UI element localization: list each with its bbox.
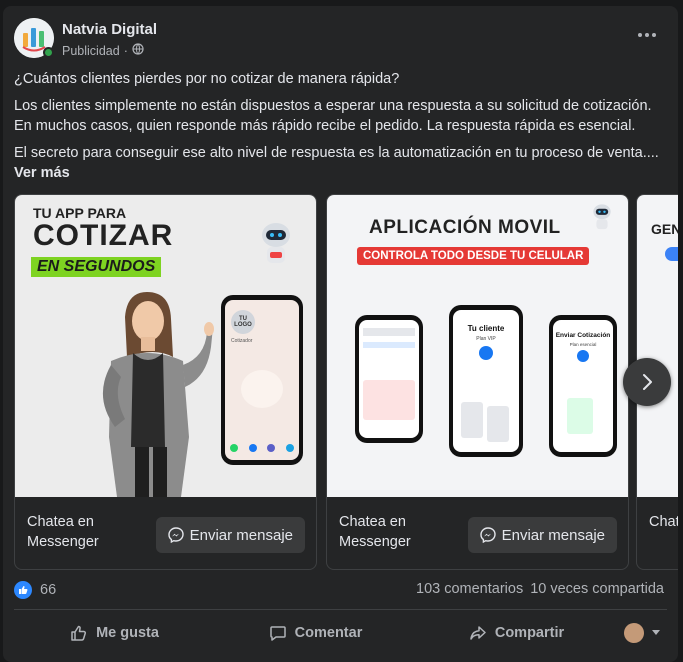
ad-carousel: TU APP PARA COTIZAR EN SEGUNDOS TU LOGO … <box>14 194 678 570</box>
card-2-phone-3: Enviar Cotización Plan esencial <box>549 315 617 457</box>
card-3-cta-label[interactable]: Chat Mess <box>649 512 678 532</box>
robot-mascot-icon <box>262 223 290 263</box>
card-2-headline-2: CONTROLA TODO DESDE TU CELULAR <box>357 247 590 265</box>
see-more-link[interactable]: Ver más <box>14 165 70 181</box>
reactions-summary[interactable]: 66 <box>14 581 56 599</box>
card-2-phone-2-title: Tu cliente <box>467 324 505 333</box>
globe-icon[interactable] <box>132 43 144 58</box>
share-button[interactable]: Compartir <box>416 614 617 652</box>
card-2-image[interactable]: APLICACIÓN MOVIL CONTROLA TODO DESDE TU … <box>327 195 628 497</box>
post-paragraph-1: ¿Cuántos clientes pierdes por no cotizar… <box>14 71 400 87</box>
card-2-send-message-button[interactable]: Enviar mensaje <box>467 517 617 553</box>
card-1-phone: TU LOGO Cotizador <box>221 295 303 465</box>
post-paragraph-3-text: El secreto para conseguir ese alto nivel… <box>14 145 659 161</box>
page-name[interactable]: Natvia Digital <box>62 21 157 38</box>
post-paragraph-2: Los clientes simplemente no están dispue… <box>14 98 652 134</box>
card-2-phone-2-subtitle: Plan VIP <box>476 336 496 342</box>
online-status-dot <box>43 47 54 58</box>
chevron-right-icon <box>643 374 652 390</box>
post-header: Natvia Digital Publicidad · <box>14 18 668 62</box>
businesswoman-image <box>102 292 214 497</box>
card-2-phone-3-title: Enviar Cotización <box>555 332 611 339</box>
robot-mascot-small-icon <box>593 204 611 230</box>
post-meta: Publicidad · <box>62 43 144 58</box>
user-avatar <box>624 623 644 643</box>
card-2-phone-3-subtitle: Plan esencial <box>569 342 597 347</box>
engagement-counts: 103 comentarios 10 veces compartida <box>416 581 664 597</box>
card-3-headline-1: GEN <box>651 221 678 237</box>
share-button-label: Compartir <box>494 625 565 641</box>
carousel-card-1[interactable]: TU APP PARA COTIZAR EN SEGUNDOS TU LOGO … <box>14 194 317 570</box>
sponsored-label[interactable]: Publicidad <box>62 44 120 58</box>
card-1-button-label: Enviar mensaje <box>189 526 293 544</box>
card-1-headline-3: EN SEGUNDOS <box>31 257 162 277</box>
card-2-phone-2: Tu cliente Plan VIP <box>449 305 523 457</box>
messenger-icon <box>167 527 184 543</box>
card-1-logo-placeholder: TU LOGO <box>231 310 255 334</box>
carousel-card-2[interactable]: APLICACIÓN MOVIL CONTROLA TODO DESDE TU … <box>326 194 629 570</box>
actions-divider <box>14 609 667 610</box>
card-2-footer: Chatea en Messenger Enviar mensaje <box>327 497 628 569</box>
meta-separator: · <box>123 43 128 58</box>
post-paragraph-3: El secreto para conseguir ese alto nivel… <box>14 143 669 183</box>
card-2-headline-1: APLICACIÓN MOVIL <box>369 217 561 238</box>
comment-icon <box>269 626 286 641</box>
card-1-cta-label[interactable]: Chatea en Messenger <box>27 512 147 552</box>
more-options-icon[interactable] <box>632 24 662 46</box>
card-1-screen-label: Cotizador <box>231 338 253 344</box>
post-stats: 66 103 comentarios 10 veces compartida <box>14 581 664 601</box>
feed-post: Natvia Digital Publicidad · ¿Cuántos cli… <box>3 6 678 662</box>
card-2-cta-label[interactable]: Chatea en Messenger <box>339 512 459 552</box>
card-1-image[interactable]: TU APP PARA COTIZAR EN SEGUNDOS TU LOGO … <box>15 195 316 497</box>
like-count: 66 <box>40 582 57 598</box>
share-icon <box>470 626 486 640</box>
shares-count[interactable]: 10 veces compartida <box>530 581 664 597</box>
chevron-down-icon <box>652 630 660 635</box>
card-1-send-message-button[interactable]: Enviar mensaje <box>155 517 305 553</box>
card-1-headline-2: COTIZAR <box>33 219 174 252</box>
card-2-phone-1 <box>355 315 423 443</box>
post-actions: Me gusta Comentar Compartir <box>14 614 667 652</box>
messenger-icon <box>479 527 496 543</box>
card-3-image[interactable]: GEN <box>637 195 678 497</box>
card-2-button-label: Enviar mensaje <box>501 526 605 544</box>
post-text: ¿Cuántos clientes pierdes por no cotizar… <box>14 69 669 190</box>
react-as-selector[interactable] <box>617 614 667 652</box>
thumbs-up-icon <box>71 625 87 641</box>
comments-count[interactable]: 103 comentarios <box>416 581 523 597</box>
like-button-label: Me gusta <box>96 625 159 641</box>
like-reaction-icon <box>14 581 32 599</box>
card-1-footer: Chatea en Messenger Enviar mensaje <box>15 497 316 569</box>
carousel-next-button[interactable] <box>623 358 671 406</box>
card-3-footer: Chat Mess <box>637 497 678 569</box>
like-button[interactable]: Me gusta <box>14 614 215 652</box>
comment-button[interactable]: Comentar <box>215 614 416 652</box>
comment-button-label: Comentar <box>294 625 363 641</box>
